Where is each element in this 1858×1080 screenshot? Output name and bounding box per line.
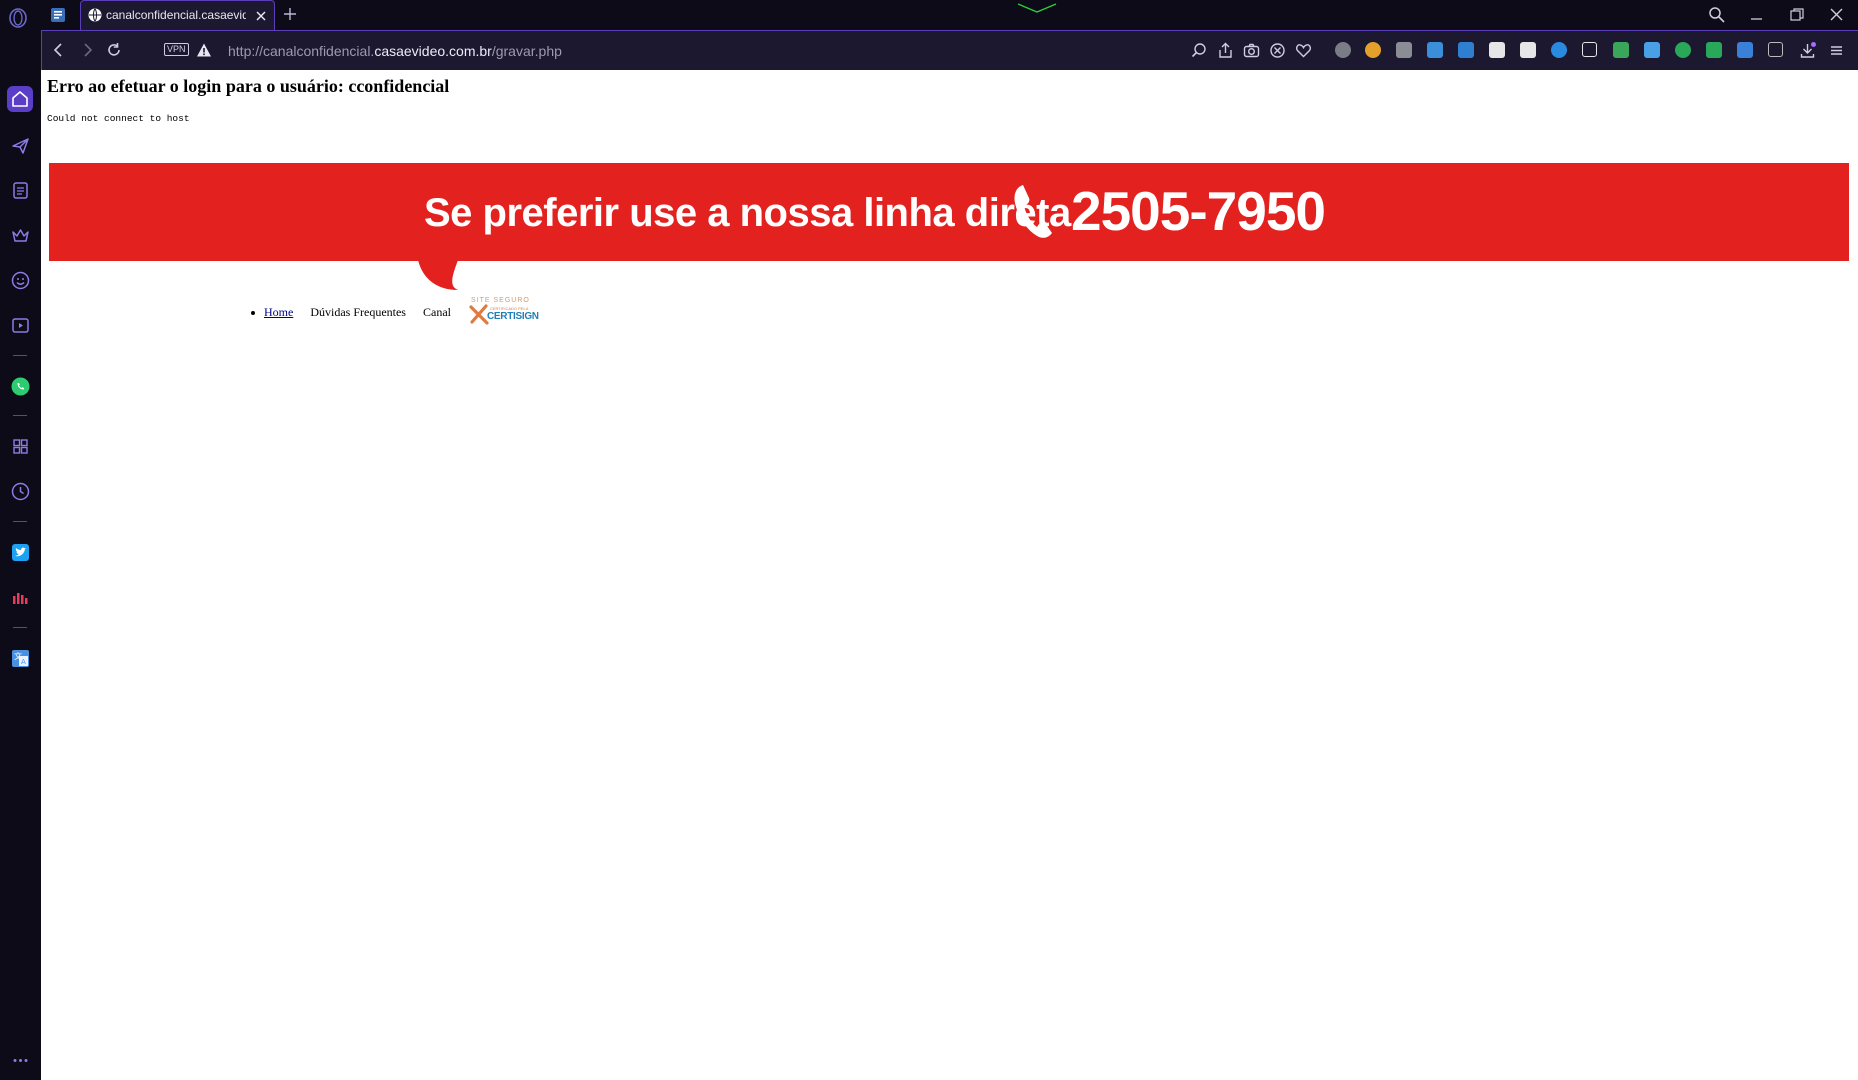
heart-icon[interactable] xyxy=(1295,42,1312,59)
footer-nav: Home Dúvidas Frequentes Canal SITE SEGUR… xyxy=(251,295,552,329)
banner-phone-number: 2505-7950 xyxy=(1071,180,1326,242)
extension-icon[interactable] xyxy=(1582,42,1597,57)
hotline-banner: Se preferir use a nossa linha direta 250… xyxy=(49,163,1849,261)
banner-speech-tail xyxy=(418,260,458,290)
sidebar-separator xyxy=(13,355,27,356)
minimize-icon[interactable] xyxy=(1748,6,1765,23)
list-bullet xyxy=(251,310,255,315)
whatsapp-icon[interactable] xyxy=(10,376,31,397)
extension-icon[interactable] xyxy=(1644,42,1660,58)
extension-icon[interactable] xyxy=(1706,42,1722,58)
notes-icon[interactable] xyxy=(10,180,31,201)
url-host: casaevideo.com.br xyxy=(374,43,492,59)
close-icon[interactable] xyxy=(253,8,269,24)
banner-text: Se preferir use a nossa linha direta xyxy=(424,191,1071,235)
extension-icon[interactable] xyxy=(1365,42,1381,58)
share-icon[interactable] xyxy=(1217,42,1234,59)
forward-icon[interactable] xyxy=(78,41,96,59)
nav-item-seal: SITE SEGURO CERTIFICADO PELA CERTISIGN xyxy=(468,295,539,329)
warning-icon[interactable] xyxy=(196,42,212,58)
vpn-badge[interactable]: VPN xyxy=(164,43,189,56)
address-bar: VPN http://canalconfidencial.casaevideo.… xyxy=(41,30,1858,70)
smiley-icon[interactable] xyxy=(10,270,31,291)
nav-item-canal: Canal xyxy=(423,305,451,320)
video-player-icon[interactable] xyxy=(10,315,31,336)
error-detail: Could not connect to host xyxy=(47,113,190,124)
sidebar-separator xyxy=(13,521,27,522)
translate-icon[interactable]: 文A xyxy=(10,648,31,669)
extension-icon[interactable] xyxy=(1520,42,1536,58)
extension-icon[interactable] xyxy=(1613,42,1629,58)
certisign-seal[interactable]: SITE SEGURO CERTIFICADO PELA CERTISIGN xyxy=(468,295,539,329)
crown-icon[interactable] xyxy=(10,225,31,246)
home-icon[interactable] xyxy=(7,86,33,112)
sidebar-separator xyxy=(13,415,27,416)
extension-icon[interactable] xyxy=(1427,42,1443,58)
search-icon[interactable] xyxy=(1708,6,1725,23)
sidebar: 文A xyxy=(0,30,41,1080)
globe-icon xyxy=(88,8,102,22)
svg-text:A: A xyxy=(21,658,26,666)
plus-icon[interactable] xyxy=(282,6,298,22)
extension-icon[interactable] xyxy=(1489,42,1505,58)
error-heading: Erro ao efetuar o login para o usuário: … xyxy=(47,76,450,96)
extension-icon[interactable] xyxy=(1737,42,1753,58)
extension-icon[interactable] xyxy=(1675,42,1691,58)
seal-brand-text: CERTISIGN xyxy=(486,311,539,322)
active-tab[interactable]: canalconfidencial.casaevideo.com.br xyxy=(80,0,275,30)
tab-island-indicator xyxy=(1017,3,1057,13)
nav-item-home: Home xyxy=(251,305,293,320)
extension-icon[interactable] xyxy=(1335,42,1351,58)
faq-text: Dúvidas Frequentes xyxy=(310,304,406,319)
home-link[interactable]: Home xyxy=(264,305,293,319)
canal-text: Canal xyxy=(422,304,451,319)
flight-icon[interactable] xyxy=(10,135,31,156)
extension-icon[interactable] xyxy=(1396,42,1412,58)
search-icon[interactable] xyxy=(1191,42,1208,59)
reload-icon[interactable] xyxy=(105,41,123,59)
window-close-icon[interactable] xyxy=(1828,6,1845,23)
url-field[interactable]: http://canalconfidencial.casaevideo.com.… xyxy=(228,43,562,59)
phone-icon xyxy=(1014,185,1052,238)
tab-title: canalconfidencial.casaevideo.com.br xyxy=(106,8,246,22)
maximize-icon[interactable] xyxy=(1788,6,1805,23)
history-icon[interactable] xyxy=(10,481,31,502)
url-prefix: http://canalconfidencial. xyxy=(228,43,375,59)
extension-icon[interactable] xyxy=(1768,42,1783,57)
twitter-icon[interactable] xyxy=(10,542,31,563)
apps-icon[interactable] xyxy=(10,436,31,457)
back-icon[interactable] xyxy=(50,41,68,59)
adblock-icon[interactable] xyxy=(1269,42,1286,59)
nav-item-faq: Dúvidas Frequentes xyxy=(310,305,406,320)
extension-icon[interactable] xyxy=(1551,42,1567,58)
more-icon[interactable] xyxy=(10,1050,31,1071)
download-icon[interactable] xyxy=(1799,42,1816,59)
tab-strip: canalconfidencial.casaevideo.com.br xyxy=(0,0,1858,30)
sidebar-separator xyxy=(13,627,27,628)
workspace-icon[interactable] xyxy=(50,7,66,23)
opera-logo-icon[interactable] xyxy=(8,8,28,28)
camera-icon[interactable] xyxy=(1243,42,1260,59)
stats-icon[interactable] xyxy=(10,587,31,608)
menu-icon[interactable] xyxy=(1828,42,1845,59)
extension-icon[interactable] xyxy=(1458,42,1474,58)
page-viewport: Erro ao efetuar o login para o usuário: … xyxy=(41,70,1858,1080)
url-path: /gravar.php xyxy=(491,43,562,59)
